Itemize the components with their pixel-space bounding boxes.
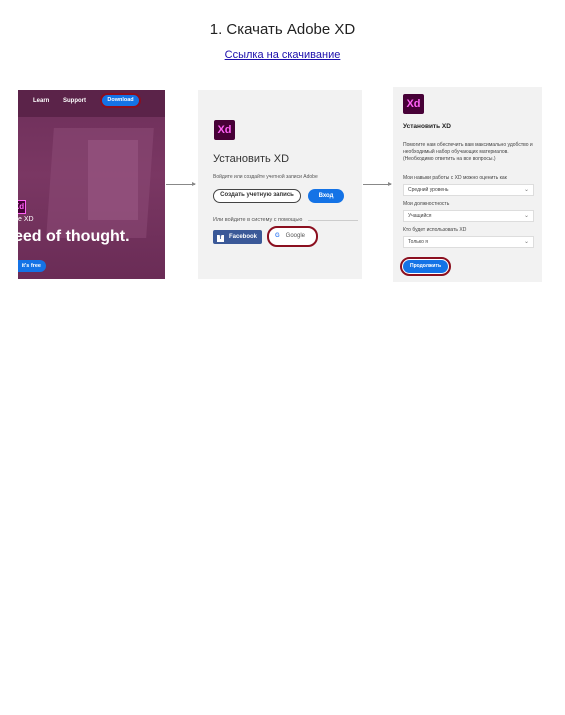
users-value: Только я [408,239,428,245]
users-select[interactable]: Только я ⌄ [403,236,534,248]
install-heading: Установить XD [403,123,451,130]
survey-description: Помогите нам обеспечить вам максимально … [403,142,533,162]
create-account-button[interactable]: Создать учетную запись [213,189,301,203]
arrow-right-icon [363,182,392,186]
chevron-down-icon: ⌄ [523,239,529,245]
install-heading: Установить XD [213,153,290,165]
facebook-label: Facebook [229,234,258,240]
sign-in-screenshot: Xd Установить XD Войдите или создайте уч… [198,90,362,279]
google-button[interactable]: G Google [267,226,318,247]
download-link[interactable]: Ссылка на скачивание [0,49,565,61]
download-button[interactable]: Download [100,93,141,108]
chevron-down-icon: ⌄ [523,213,529,219]
facebook-icon: f [217,235,224,242]
xd-logo-icon: Xd [403,94,424,114]
or-login-with-label: Или войдите в систему с помощью [213,217,303,223]
users-label: Кто будет использовать XD [403,227,467,233]
hero-headline: eed of thought. [18,228,130,245]
sign-in-description: Войдите или создайте учетной записи Adob… [213,174,318,180]
google-icon: G [275,233,280,239]
hero-subtitle: e XD [18,216,34,223]
nav-learn[interactable]: Learn [33,98,49,104]
role-value: Учащийся [408,213,432,219]
site-nav: Learn Support [18,90,165,117]
divider [308,220,358,221]
page-title: 1. Скачать Adobe XD [209,21,356,38]
continue-button[interactable]: Продолжить [400,257,451,276]
role-select[interactable]: Учащийся ⌄ [403,210,534,222]
chevron-down-icon: ⌄ [523,187,529,193]
login-button[interactable]: Вход [308,189,344,203]
xd-logo-icon: Xd [214,120,235,140]
xd-logo-icon: Xd [18,200,26,214]
skill-label: Мои навыки работы с XD можно оценить как [403,175,507,181]
skill-select[interactable]: Средний уровень ⌄ [403,184,534,196]
try-free-button[interactable]: it's free [18,260,46,272]
continue-label: Продолжить [403,260,448,273]
book-image-page [88,140,138,220]
adobe-website-screenshot: Learn Support Download Xd e XD eed of th… [18,90,165,279]
survey-screenshot: Xd Установить XD Помогите нам обеспечить… [393,87,542,282]
facebook-button[interactable]: f Facebook [213,230,262,244]
skill-value: Средний уровень [408,187,449,193]
role-label: Мои должностность [403,201,450,207]
nav-support[interactable]: Support [63,98,86,104]
arrow-right-icon [166,182,196,186]
google-label: Google [285,233,306,239]
